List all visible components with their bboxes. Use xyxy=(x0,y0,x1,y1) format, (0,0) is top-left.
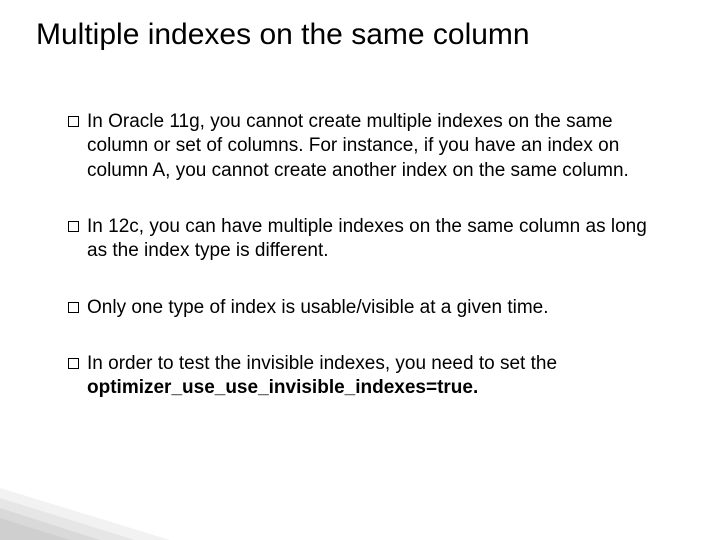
bullet-item: Only one type of index is usable/visible… xyxy=(68,296,660,320)
bullet-text-pre: In order to test the invisible indexes, … xyxy=(87,353,557,374)
slide: Multiple indexes on the same column In O… xyxy=(0,0,720,540)
bullet-text: Only one type of index is usable/visible… xyxy=(87,296,660,320)
bullet-text: In order to test the invisible indexes, … xyxy=(87,352,660,401)
bullet-text: In Oracle 11g, you cannot create multipl… xyxy=(87,110,660,183)
bullet-item: In Oracle 11g, you cannot create multipl… xyxy=(68,110,660,183)
bullet-item: In 12c, you can have multiple indexes on… xyxy=(68,215,660,264)
slide-title: Multiple indexes on the same column xyxy=(36,18,530,52)
bullet-square-icon xyxy=(68,221,79,232)
bullet-text: In 12c, you can have multiple indexes on… xyxy=(87,215,660,264)
bullet-square-icon xyxy=(68,116,79,127)
bullet-text-bold: optimizer_use_use_invisible_indexes=true… xyxy=(87,377,478,398)
bullet-square-icon xyxy=(68,358,79,369)
bullet-item: In order to test the invisible indexes, … xyxy=(68,352,660,401)
bullet-square-icon xyxy=(68,302,79,313)
corner-decoration-icon xyxy=(0,470,170,540)
slide-body: In Oracle 11g, you cannot create multipl… xyxy=(68,110,660,433)
